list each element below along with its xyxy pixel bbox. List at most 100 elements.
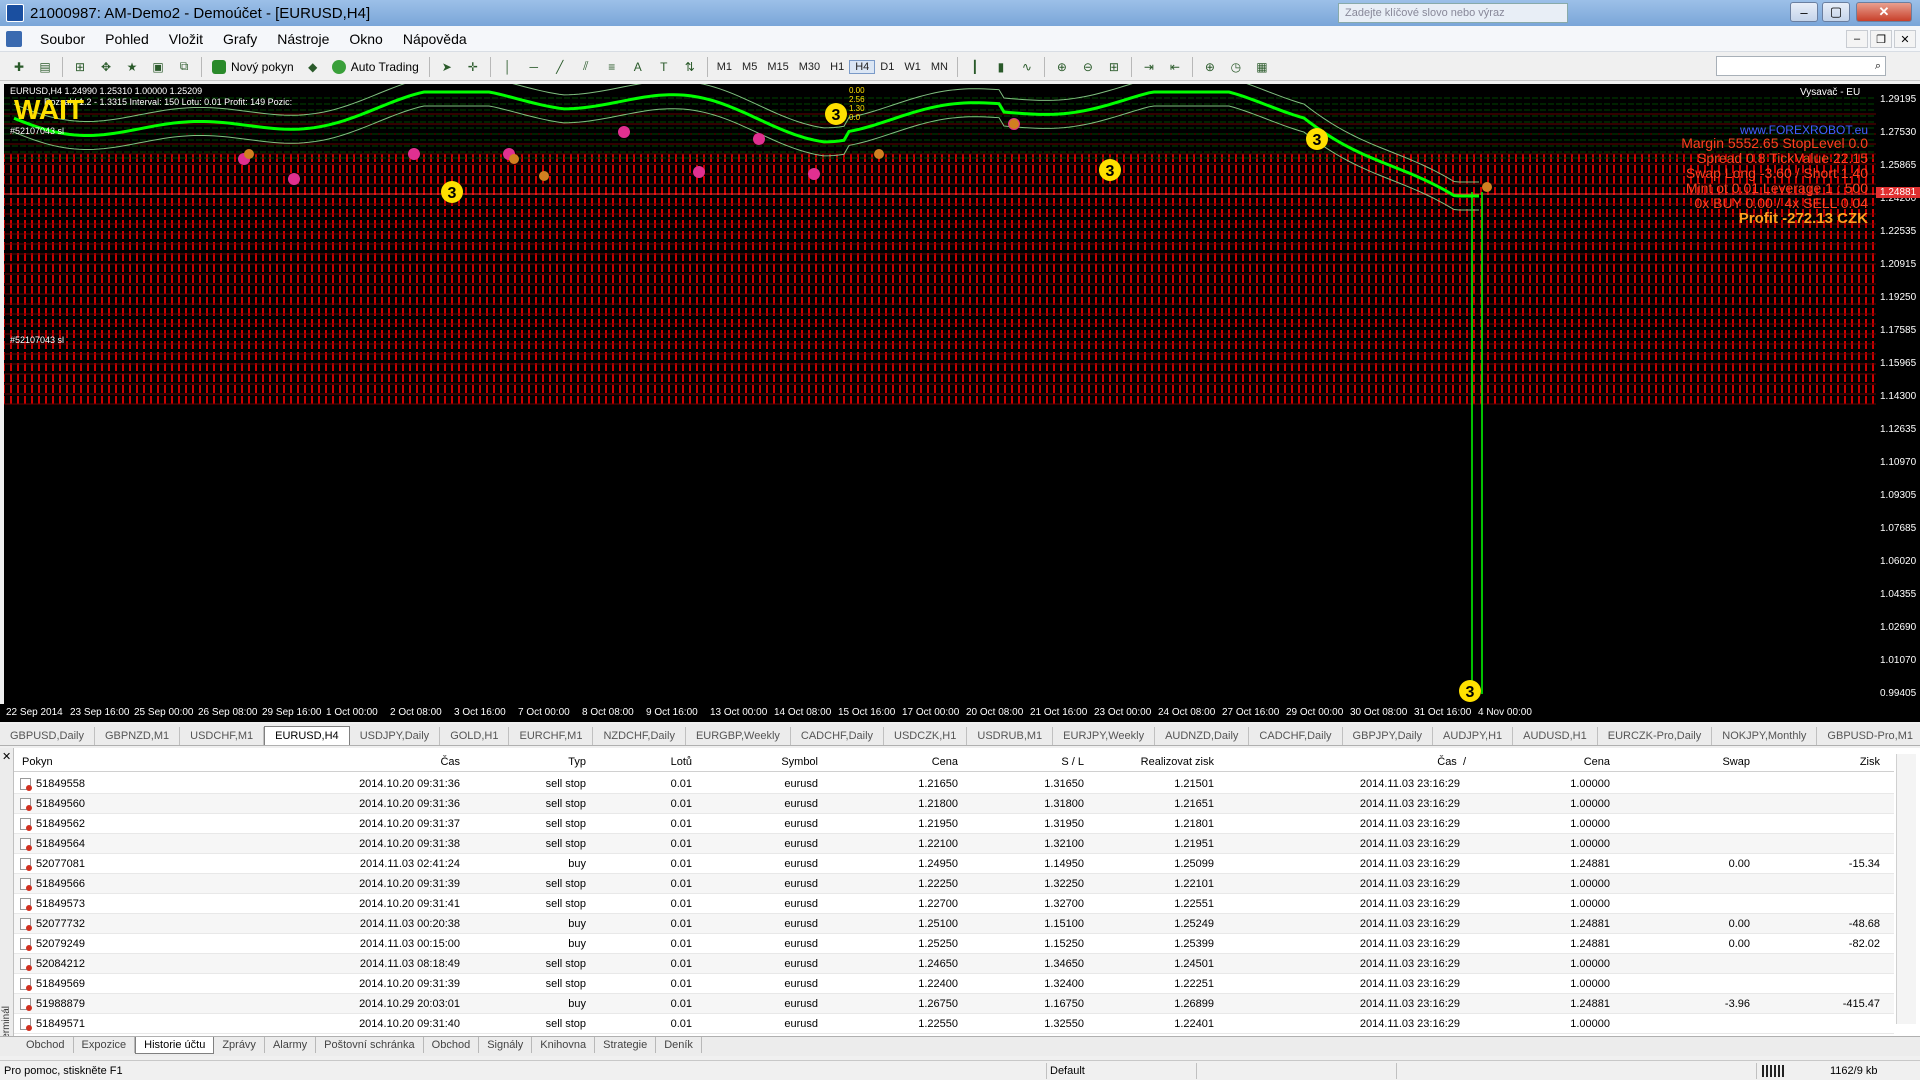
terminal-tab[interactable]: Zprávy <box>214 1037 265 1053</box>
timeframe-h1[interactable]: H1 <box>825 61 849 73</box>
arrows-icon[interactable]: ⇅ <box>679 56 701 78</box>
terminal-tab[interactable]: Obchod <box>18 1037 74 1053</box>
terminal-tab[interactable]: Obchod <box>424 1037 480 1053</box>
tester-icon[interactable]: ⧉ <box>173 56 195 78</box>
col-zisk[interactable]: Zisk <box>1804 756 1880 768</box>
chart-tab[interactable]: GBPJPY,Daily <box>1343 727 1434 745</box>
timeframe-h4[interactable]: H4 <box>849 59 876 74</box>
col-swap[interactable]: Swap <box>1654 756 1750 768</box>
trendline-icon[interactable]: ╱ <box>549 56 571 78</box>
templates-icon[interactable]: ▦ <box>1251 56 1273 78</box>
chart-tab[interactable]: GOLD,H1 <box>440 727 510 745</box>
col-symbol[interactable]: Symbol <box>734 756 818 768</box>
table-row[interactable]: 51849564 2014.10.20 09:31:38 sell stop 0.01… <box>14 834 1894 854</box>
menu-pohled[interactable]: Pohled <box>95 31 159 47</box>
chart-tab[interactable]: GBPUSD,Daily <box>0 727 95 745</box>
status-profile[interactable]: Default <box>1050 1065 1085 1077</box>
market-watch-icon[interactable]: ⊞ <box>69 56 91 78</box>
data-window-icon[interactable]: ✥ <box>95 56 117 78</box>
chart-tab[interactable]: USDCHF,M1 <box>180 727 265 745</box>
candle-chart-icon[interactable]: ▮ <box>990 56 1012 78</box>
navigator-icon[interactable]: ★ <box>121 56 143 78</box>
table-row[interactable]: 51849560 2014.10.20 09:31:36 sell stop 0.01… <box>14 794 1894 814</box>
zoom-in-icon[interactable]: ⊕ <box>1051 56 1073 78</box>
table-row[interactable]: 51849569 2014.10.20 09:31:39 sell stop 0.01… <box>14 974 1894 994</box>
new-chart-icon[interactable]: ✚ <box>8 56 30 78</box>
channel-icon[interactable]: ⫽ <box>575 56 597 78</box>
time-axis[interactable]: 22 Sep 2014 23 Sep 16:00 25 Sep 00:00 26 Se… <box>0 704 1920 722</box>
cursor-icon[interactable]: ➤ <box>436 56 458 78</box>
terminal-scrollbar[interactable] <box>1896 754 1916 1024</box>
table-row[interactable]: 51849571 2014.10.20 09:31:40 sell stop 0.01… <box>14 1014 1894 1034</box>
minimize-button[interactable]: – <box>1790 2 1818 22</box>
help-search-input[interactable]: Zadejte klíčové slovo nebo výraz <box>1338 3 1568 23</box>
terminal-tab[interactable]: Poštovní schránka <box>316 1037 424 1053</box>
timeframe-mn[interactable]: MN <box>926 61 953 73</box>
menu-vlozit[interactable]: Vložit <box>159 31 213 47</box>
chart-tab[interactable]: AUDUSD,H1 <box>1513 727 1598 745</box>
table-row[interactable]: 51849573 2014.10.20 09:31:41 sell stop 0.01… <box>14 894 1894 914</box>
toolbar-search-input[interactable]: ⌕ <box>1716 56 1886 76</box>
table-row[interactable]: 51849562 2014.10.20 09:31:37 sell stop 0.01… <box>14 814 1894 834</box>
col-cas[interactable]: Čas <box>314 756 460 768</box>
menu-okno[interactable]: Okno <box>339 31 392 47</box>
search-icon[interactable]: ⌕ <box>1875 60 1881 73</box>
table-row[interactable]: 52084212 2014.11.03 08:18:49 sell stop 0.01… <box>14 954 1894 974</box>
terminal-tab[interactable]: Strategie <box>595 1037 657 1053</box>
periods-icon[interactable]: ◷ <box>1225 56 1247 78</box>
col-typ[interactable]: Typ <box>514 756 586 768</box>
chart-tab[interactable]: USDRUB,M1 <box>967 727 1054 745</box>
chart-tab[interactable]: CADCHF,Daily <box>1249 727 1343 745</box>
profiles-icon[interactable]: ▤ <box>34 56 56 78</box>
chart-tab[interactable]: AUDNZD,Daily <box>1155 727 1250 745</box>
timeframe-m5[interactable]: M5 <box>737 61 762 73</box>
mdi-minimize-button[interactable]: – <box>1846 30 1868 48</box>
col-realizovat-zisk[interactable]: Realizovat zisk <box>1114 756 1214 768</box>
indicators-icon[interactable]: ⊕ <box>1199 56 1221 78</box>
menu-grafy[interactable]: Grafy <box>213 31 267 47</box>
close-icon[interactable]: ✕ <box>2 750 11 763</box>
line-chart-icon[interactable]: ∿ <box>1016 56 1038 78</box>
table-row[interactable]: 51849558 2014.10.20 09:31:36 sell stop 0.01… <box>14 774 1894 794</box>
chart-tab[interactable]: EURCZK-Pro,Daily <box>1598 727 1713 745</box>
chart-tab[interactable]: EURCHF,M1 <box>509 727 594 745</box>
terminal-tab[interactable]: Knihovna <box>532 1037 596 1053</box>
table-row[interactable]: 52077732 2014.11.03 00:20:38 buy 0.01 eurusd… <box>14 914 1894 934</box>
table-row[interactable]: 52077081 2014.11.03 02:41:24 buy 0.01 eurusd… <box>14 854 1894 874</box>
col-lotu[interactable]: Lotů <box>624 756 692 768</box>
mdi-restore-button[interactable]: ❐ <box>1870 30 1892 48</box>
terminal-tab[interactable]: Signály <box>479 1037 533 1053</box>
chart-tab[interactable]: USDCZK,H1 <box>884 727 968 745</box>
tile-windows-icon[interactable]: ⊞ <box>1103 56 1125 78</box>
chart-tab[interactable]: GBPNZD,M1 <box>95 727 181 745</box>
timeframe-d1[interactable]: D1 <box>875 61 899 73</box>
autoscroll-icon[interactable]: ⇥ <box>1138 56 1160 78</box>
auto-trading-button[interactable]: Auto Trading <box>326 56 425 78</box>
zoom-out-icon[interactable]: ⊖ <box>1077 56 1099 78</box>
terminal-icon[interactable]: ▣ <box>147 56 169 78</box>
maximize-button[interactable]: ▢ <box>1822 2 1850 22</box>
menu-nastroje[interactable]: Nástroje <box>267 31 339 47</box>
text-icon[interactable]: A <box>627 56 649 78</box>
col-sl[interactable]: S / L <box>1004 756 1084 768</box>
menu-soubor[interactable]: Soubor <box>30 31 95 47</box>
col-pokyn[interactable]: Pokyn <box>22 756 53 768</box>
close-button[interactable]: ✕ <box>1856 2 1912 22</box>
chart-tab[interactable]: USDJPY,Daily <box>350 727 441 745</box>
timeframe-m1[interactable]: M1 <box>712 61 737 73</box>
terminal-tab[interactable]: Expozice <box>74 1037 136 1053</box>
chart-tab[interactable]: EURGBP,Weekly <box>686 727 791 745</box>
col-cena[interactable]: Cena <box>874 756 958 768</box>
horizontal-line-icon[interactable]: ─ <box>523 56 545 78</box>
terminal-tab[interactable]: Historie účtu <box>135 1037 215 1054</box>
chart-tab[interactable]: AUDJPY,H1 <box>1433 727 1514 745</box>
metaeditor-icon[interactable]: ◆ <box>302 56 324 78</box>
mdi-icon[interactable] <box>6 30 22 47</box>
timeframe-m30[interactable]: M30 <box>794 61 825 73</box>
chart-tab[interactable]: EURJPY,Weekly <box>1053 727 1156 745</box>
col-cas2[interactable]: Čas / <box>1314 756 1466 768</box>
vertical-line-icon[interactable]: │ <box>497 56 519 78</box>
table-row[interactable]: 51988879 2014.10.29 20:03:01 buy 0.01 eurusd… <box>14 994 1894 1014</box>
col-cena2[interactable]: Cena <box>1514 756 1610 768</box>
label-icon[interactable]: T <box>653 56 675 78</box>
